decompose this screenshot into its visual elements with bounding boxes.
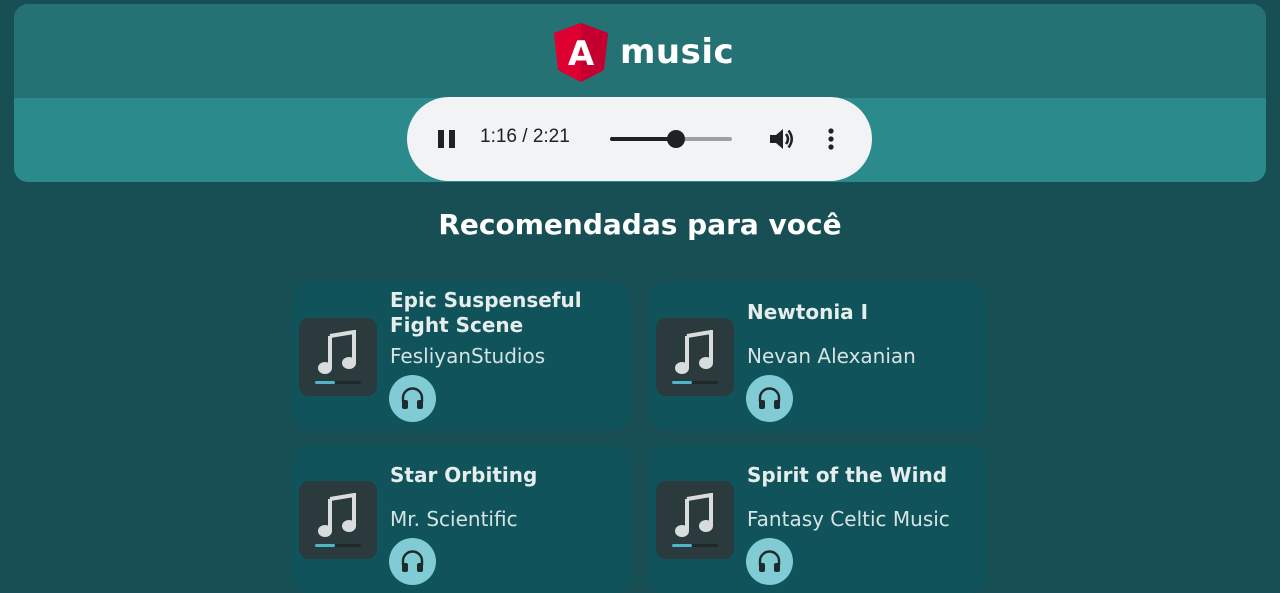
song-card[interactable]: Epic Suspenseful Fight Scene FesliyanStu… — [292, 282, 630, 430]
song-title: Newtonia I — [747, 300, 869, 324]
song-thumbnail — [656, 481, 734, 559]
thumbnail-progress — [672, 544, 692, 547]
headphones-icon — [401, 550, 424, 572]
song-thumbnail — [656, 318, 734, 396]
seek-slider[interactable] — [610, 130, 732, 148]
headphones-icon — [401, 387, 424, 409]
section-title: Recomendadas para você — [438, 208, 842, 241]
headphones-icon — [758, 387, 781, 409]
time-display: 1:16 / 2:21 — [480, 126, 570, 147]
pause-icon — [438, 130, 444, 148]
song-title: Spirit of the Wind — [747, 463, 948, 487]
headphones-icon — [758, 550, 781, 572]
listen-button[interactable] — [389, 538, 436, 585]
seek-handle[interactable] — [667, 130, 685, 148]
thumbnail-progress — [672, 381, 692, 384]
listen-button[interactable] — [746, 375, 793, 422]
pause-button[interactable] — [433, 125, 461, 153]
thumbnail-progress — [315, 381, 335, 384]
thumbnail-progress — [315, 544, 335, 547]
song-artist: Fantasy Celtic Music — [747, 507, 950, 531]
song-title: Epic Suspenseful Fight Scene — [390, 288, 582, 337]
music-note-icon — [675, 493, 713, 537]
angular-logo-icon: A — [554, 23, 608, 82]
music-note-icon — [318, 330, 356, 374]
music-note-icon — [318, 493, 356, 537]
more-vert-icon — [828, 128, 834, 150]
song-card[interactable]: Spirit of the Wind Fantasy Celtic Music — [649, 445, 987, 593]
volume-icon — [770, 129, 793, 149]
song-artist: Mr. Scientific — [390, 507, 518, 531]
app-header: A music 1:16 / 2:21 — [14, 4, 1266, 182]
app-name: music — [620, 32, 735, 72]
song-artist: Nevan Alexanian — [747, 344, 916, 368]
song-thumbnail — [299, 481, 377, 559]
listen-button[interactable] — [389, 375, 436, 422]
volume-button[interactable] — [767, 124, 797, 154]
listen-button[interactable] — [746, 538, 793, 585]
audio-player[interactable]: 1:16 / 2:21 — [407, 97, 872, 181]
song-title: Star Orbiting — [390, 463, 538, 487]
more-options-button[interactable] — [821, 124, 841, 154]
logo-letter: A — [568, 34, 595, 74]
song-card[interactable]: Newtonia I Nevan Alexanian — [649, 282, 987, 430]
music-note-icon — [675, 330, 713, 374]
song-card[interactable]: Star Orbiting Mr. Scientific — [292, 445, 630, 593]
song-artist: FesliyanStudios — [390, 344, 546, 368]
song-thumbnail — [299, 318, 377, 396]
brand[interactable]: A music — [552, 21, 734, 83]
